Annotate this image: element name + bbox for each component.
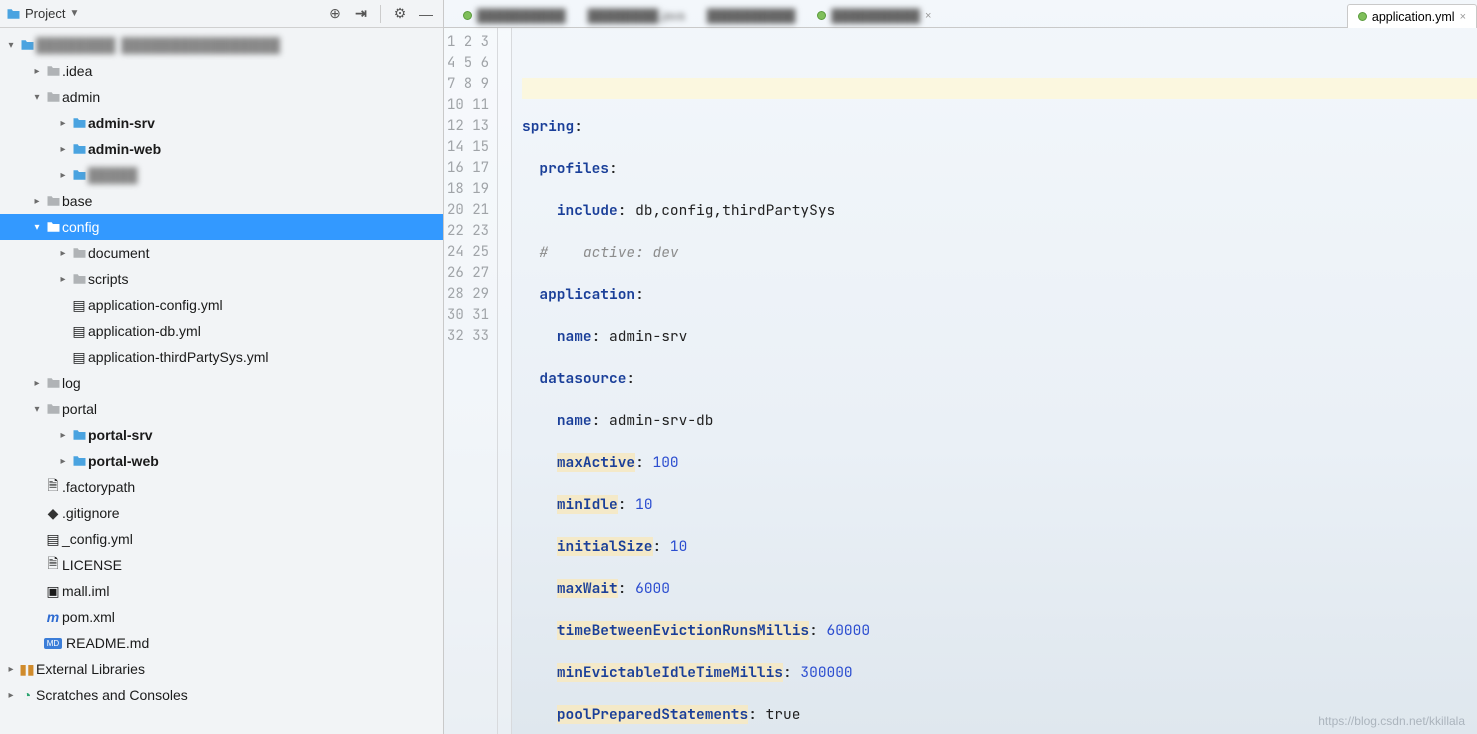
editor-tab-active[interactable]: application.yml × <box>1347 4 1477 28</box>
select-opened-file-icon[interactable]: ⊕ <box>324 3 346 25</box>
tree-file-app-db[interactable]: ▤ application-db.yml <box>0 318 443 344</box>
project-toolbar: Project ▼ ⊕ ⇥ ⚙ — <box>0 0 443 28</box>
tree-item-portal[interactable]: ▾ portal <box>0 396 443 422</box>
tree-item-idea[interactable]: ▸ .idea <box>0 58 443 84</box>
gear-icon[interactable]: ⚙ <box>389 3 411 25</box>
file-icon: 🗎 <box>44 475 62 499</box>
libraries-icon: ▮▮ <box>18 661 36 678</box>
tree-item-portal-web[interactable]: ▸ portal-web <box>0 448 443 474</box>
git-icon: ◆ <box>44 505 62 522</box>
project-tool-window: Project ▼ ⊕ ⇥ ⚙ — ▾ ████████ ███████████… <box>0 0 444 734</box>
project-icon <box>6 8 21 20</box>
close-tab-icon[interactable]: × <box>1460 11 1466 23</box>
text-file-icon: 🗎 <box>44 553 62 577</box>
line-number-gutter: 1 2 3 4 5 6 7 8 9 10 11 12 13 14 15 16 1… <box>444 28 498 734</box>
tree-file-mall-iml[interactable]: ▣ mall.iml <box>0 578 443 604</box>
tree-item-admin-web[interactable]: ▸ admin-web <box>0 136 443 162</box>
tree-external-libraries[interactable]: ▸▮▮ External Libraries <box>0 656 443 682</box>
spring-icon <box>463 11 472 20</box>
tree-item-admin[interactable]: ▾ admin <box>0 84 443 110</box>
fold-gutter[interactable] <box>498 28 512 734</box>
tree-item-portal-srv[interactable]: ▸ portal-srv <box>0 422 443 448</box>
editor[interactable]: 1 2 3 4 5 6 7 8 9 10 11 12 13 14 15 16 1… <box>444 28 1477 734</box>
tree-root[interactable]: ▾ ████████ ████████████████ <box>0 32 443 58</box>
editor-tab[interactable]: ████████.java <box>577 3 696 27</box>
iml-file-icon: ▣ <box>44 583 62 600</box>
code-content[interactable]: spring: profiles: include: db,config,thi… <box>512 28 1477 734</box>
tree-item-document[interactable]: ▸ document <box>0 240 443 266</box>
tree-file-readme[interactable]: MD README.md <box>0 630 443 656</box>
yml-file-icon: ▤ <box>70 349 88 366</box>
tree-item-log[interactable]: ▸ log <box>0 370 443 396</box>
tree-file-app-config[interactable]: ▤ application-config.yml <box>0 292 443 318</box>
markdown-icon: MD <box>44 638 62 649</box>
hide-icon[interactable]: — <box>415 3 437 25</box>
close-tab-icon[interactable]: × <box>925 10 931 22</box>
tree-file-pom[interactable]: m pom.xml <box>0 604 443 630</box>
project-view-selector[interactable]: Project ▼ <box>6 6 320 21</box>
tree-file-license[interactable]: 🗎 LICENSE <box>0 552 443 578</box>
caret-line-highlight <box>522 78 1477 99</box>
editor-tab[interactable]: ██████████ <box>452 3 577 27</box>
tree-scratches[interactable]: ▸◔ Scratches and Consoles <box>0 682 443 708</box>
dropdown-icon: ▼ <box>69 8 79 19</box>
yml-file-icon: ▤ <box>44 531 62 548</box>
tree-file-factorypath[interactable]: 🗎 .factorypath <box>0 474 443 500</box>
yml-file-icon: ▤ <box>70 297 88 314</box>
tree-item-admin-blur[interactable]: ▸ █████ <box>0 162 443 188</box>
yml-file-icon: ▤ <box>70 323 88 340</box>
tree-file-config-yml[interactable]: ▤ _config.yml <box>0 526 443 552</box>
tree-item-admin-srv[interactable]: ▸ admin-srv <box>0 110 443 136</box>
spring-icon <box>817 11 826 20</box>
spring-icon <box>1358 12 1367 21</box>
divider <box>380 5 381 23</box>
editor-tab[interactable]: ██████████× <box>806 3 942 27</box>
editor-tabs: ██████████ ████████.java ██████████ ████… <box>444 0 1477 28</box>
editor-tab[interactable]: ██████████ <box>696 3 807 27</box>
tree-file-gitignore[interactable]: ◆ .gitignore <box>0 500 443 526</box>
tree-item-base[interactable]: ▸ base <box>0 188 443 214</box>
editor-area: ██████████ ████████.java ██████████ ████… <box>444 0 1477 734</box>
tree-item-config[interactable]: ▾ config <box>0 214 443 240</box>
tree-item-scripts[interactable]: ▸ scripts <box>0 266 443 292</box>
tree-file-app-tps[interactable]: ▤ application-thirdPartySys.yml <box>0 344 443 370</box>
project-tree[interactable]: ▾ ████████ ████████████████ ▸ .idea ▾ ad… <box>0 28 443 734</box>
scratches-icon: ◔ <box>18 687 36 703</box>
project-title: Project <box>25 6 65 21</box>
collapse-all-icon[interactable]: ⇥ <box>350 3 372 25</box>
maven-icon: m <box>44 609 62 625</box>
